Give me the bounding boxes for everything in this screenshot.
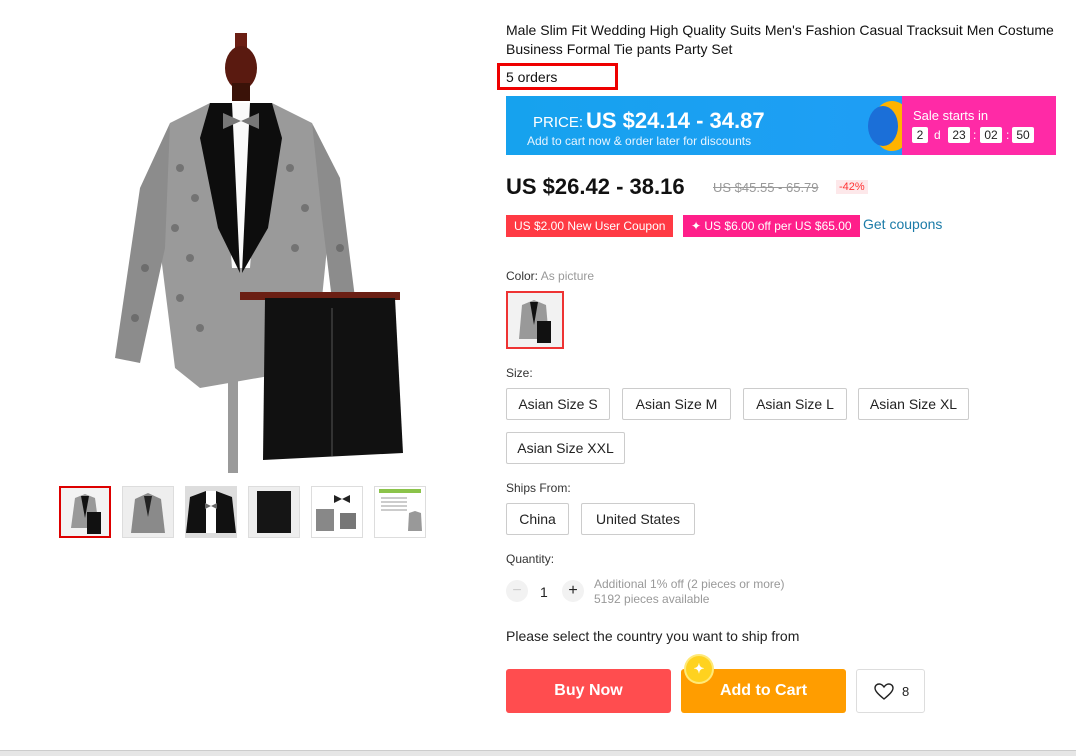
bottom-scroll-bar bbox=[0, 750, 1076, 756]
thumbnail-6[interactable] bbox=[374, 486, 426, 538]
buy-now-button[interactable]: Buy Now bbox=[506, 669, 671, 713]
new-user-coupon[interactable]: US $2.00 New User Coupon bbox=[506, 215, 674, 237]
quantity-decrease-button[interactable]: − bbox=[506, 580, 528, 602]
wishlist-button[interactable]: 8 bbox=[856, 669, 925, 713]
thumbnail-5[interactable] bbox=[311, 486, 363, 538]
wishlist-count: 8 bbox=[902, 684, 910, 699]
promo-price-value: US $24.14 - 34.87 bbox=[586, 108, 765, 133]
promo-price-panel: PRICE: US $24.14 - 34.87 Add to cart now… bbox=[506, 96, 902, 155]
size-option-xl[interactable]: Asian Size XL bbox=[858, 388, 969, 420]
get-coupons-link[interactable]: Get coupons bbox=[863, 216, 942, 232]
stock-available: 5192 pieces available bbox=[594, 592, 710, 606]
ship-country-message: Please select the country you want to sh… bbox=[506, 628, 800, 644]
countdown-days: 2 bbox=[912, 127, 928, 143]
promo-banner: PRICE: US $24.14 - 34.87 Add to cart now… bbox=[506, 96, 1056, 155]
size-label: Size: bbox=[506, 366, 533, 380]
countdown-seconds: 50 bbox=[1012, 127, 1034, 143]
coin-icon: ✦ bbox=[686, 656, 712, 682]
countdown-days-unit: d bbox=[934, 128, 941, 142]
thumbnail-4[interactable] bbox=[248, 486, 300, 538]
countdown-hours: 23 bbox=[948, 127, 970, 143]
original-price: US $45.55 - 65.79 bbox=[713, 180, 819, 195]
promo-price-label: PRICE: bbox=[533, 114, 584, 131]
thumbnail-1[interactable] bbox=[59, 486, 111, 538]
countdown-separator: : bbox=[973, 128, 977, 142]
heart-icon bbox=[874, 683, 894, 706]
banner-decoration bbox=[868, 106, 898, 146]
ships-from-label: Ships From: bbox=[506, 481, 571, 495]
size-option-l[interactable]: Asian Size L bbox=[743, 388, 847, 420]
quantity-increase-button[interactable]: + bbox=[562, 580, 584, 602]
color-label-row: Color: As picture bbox=[506, 269, 594, 283]
add-to-cart-label: Add to Cart bbox=[719, 682, 808, 699]
promo-note: Add to cart now & order later for discou… bbox=[527, 134, 752, 148]
countdown-separator: : bbox=[1006, 128, 1010, 142]
color-swatch-as-picture[interactable] bbox=[506, 291, 564, 349]
size-option-s[interactable]: Asian Size S bbox=[506, 388, 610, 420]
thumbnail-3[interactable] bbox=[185, 486, 237, 538]
bulk-discount-note: Additional 1% off (2 pieces or more) bbox=[594, 577, 785, 591]
sale-label: Sale starts in bbox=[913, 108, 989, 123]
quantity-value[interactable]: 1 bbox=[540, 584, 548, 600]
thumbnail-strip bbox=[59, 486, 426, 538]
orders-count: 5 orders bbox=[506, 69, 558, 85]
add-to-cart-button[interactable]: ✦ Add to Cart bbox=[681, 656, 846, 713]
product-title: Male Slim Fit Wedding High Quality Suits… bbox=[506, 22, 1054, 57]
color-value: As picture bbox=[540, 269, 595, 283]
color-label: Color: bbox=[506, 269, 539, 283]
discount-badge: -42% bbox=[836, 180, 868, 194]
main-product-image[interactable] bbox=[100, 28, 420, 476]
quantity-label: Quantity: bbox=[506, 552, 555, 566]
store-coupon[interactable]: ✦ US $6.00 off per US $65.00 bbox=[683, 215, 860, 237]
ships-from-united-states[interactable]: United States bbox=[581, 503, 695, 535]
current-price: US $26.42 - 38.16 bbox=[506, 174, 685, 199]
countdown-minutes: 02 bbox=[980, 127, 1002, 143]
size-option-xxl[interactable]: Asian Size XXL bbox=[506, 432, 625, 464]
size-option-m[interactable]: Asian Size M bbox=[622, 388, 731, 420]
quantity-note: Additional 1% off (2 pieces or more) 519… bbox=[594, 577, 785, 607]
orders-count-box: 5 orders bbox=[497, 63, 618, 90]
ships-from-china[interactable]: China bbox=[506, 503, 569, 535]
thumbnail-2[interactable] bbox=[122, 486, 174, 538]
sale-countdown-panel: Sale starts in 2 d 23 : 02 : 50 bbox=[902, 96, 1056, 155]
